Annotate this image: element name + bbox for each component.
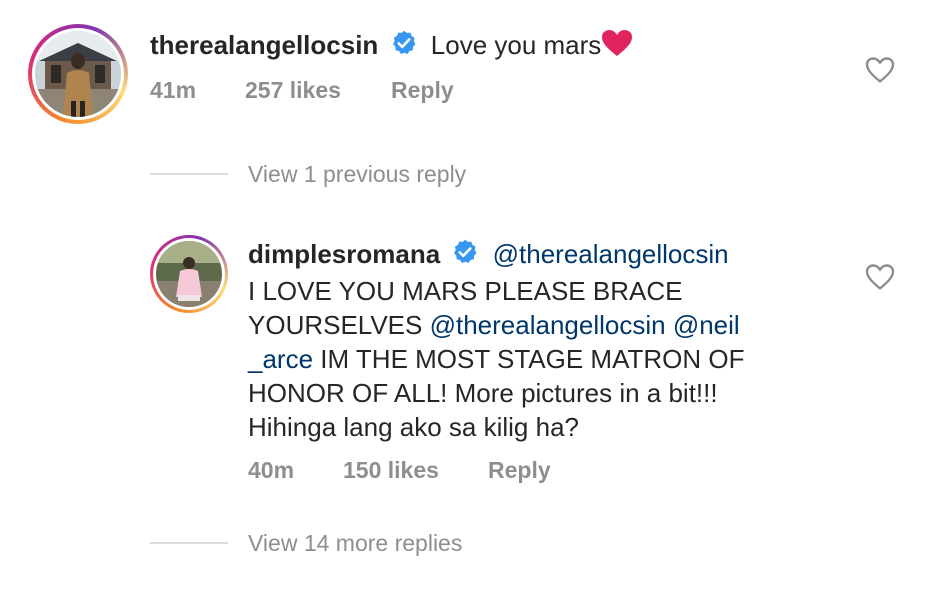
comment-line-1: dimplesromana @therealangellocsin: [248, 237, 744, 274]
verified-badge-icon: [390, 29, 418, 65]
username[interactable]: therealangellocsin: [150, 30, 378, 60]
timestamp: 40m: [248, 457, 295, 483]
comment-line-3: YOURSELVES @therealangellocsin @neil: [248, 308, 744, 342]
comment-line-4: _arce IM THE MOST STAGE MATRON OF: [248, 342, 744, 376]
comment-line-2: I LOVE YOU MARS PLEASE BRACE: [248, 276, 683, 307]
mention-link[interactable]: @therealangellocsin: [493, 239, 729, 269]
likes-count[interactable]: 150 likes: [343, 457, 439, 484]
comment-body: therealangellocsin Love you mars: [150, 28, 633, 65]
comment-therealangellocsin: therealangellocsin Love you mars 41m 257…: [0, 0, 945, 130]
comment-line-6: Hihinga lang ako sa kilig ha?: [248, 412, 579, 443]
mention-link[interactable]: @neil: [673, 310, 740, 340]
avatar-image: [156, 241, 222, 307]
comment-dimplesromana: dimplesromana @therealangellocsin I LOVE…: [0, 220, 945, 500]
avatar-photo: [35, 31, 121, 117]
comment-body: dimplesromana @therealangellocsin I LOVE…: [248, 237, 744, 444]
comment-text: Love you mars: [430, 30, 602, 60]
thread-line: [150, 542, 228, 544]
view-more-replies-button[interactable]: View 14 more replies: [248, 530, 462, 557]
like-heart-icon[interactable]: [865, 263, 895, 291]
username[interactable]: dimplesromana: [248, 239, 440, 269]
comment-meta: 41m 257 likes Reply: [150, 77, 550, 105]
likes-count[interactable]: 257 likes: [245, 77, 341, 104]
avatar-dimplesromana[interactable]: [150, 235, 228, 313]
comment-text: IM THE MOST STAGE MATRON OF: [320, 344, 745, 375]
red-heart-emoji: [601, 29, 633, 65]
reply-button[interactable]: Reply: [488, 457, 551, 484]
mention-link[interactable]: @therealangellocsin: [430, 310, 666, 340]
mention-link[interactable]: _arce: [248, 344, 313, 374]
view-previous-replies-button[interactable]: View 1 previous reply: [248, 161, 466, 188]
comment-line-5: HONOR OF ALL! More pictures in a bit!!!: [248, 378, 718, 409]
avatar-photo: [156, 241, 222, 307]
like-heart-icon[interactable]: [865, 56, 895, 84]
reply-button[interactable]: Reply: [391, 77, 454, 104]
comment-text: YOURSELVES: [248, 310, 423, 341]
thread-line: [150, 173, 228, 175]
comment-meta: 40m 150 likes Reply: [248, 457, 648, 485]
avatar-therealangellocsin[interactable]: [28, 24, 128, 124]
timestamp: 41m: [150, 77, 197, 103]
verified-badge-icon: [451, 238, 479, 274]
avatar-image: [35, 31, 121, 117]
